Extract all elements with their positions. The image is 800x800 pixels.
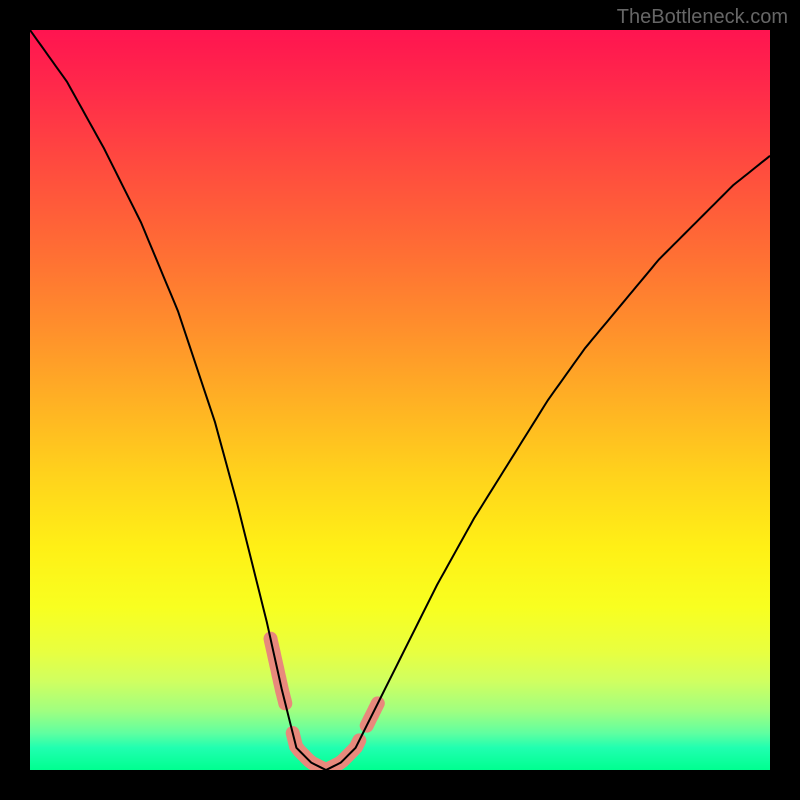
watermark-text: TheBottleneck.com [617, 6, 788, 29]
bottleneck-curve [30, 30, 770, 770]
highlight-segment-2 [293, 733, 360, 770]
chart-plot-area [30, 30, 770, 770]
chart-svg [30, 30, 770, 770]
